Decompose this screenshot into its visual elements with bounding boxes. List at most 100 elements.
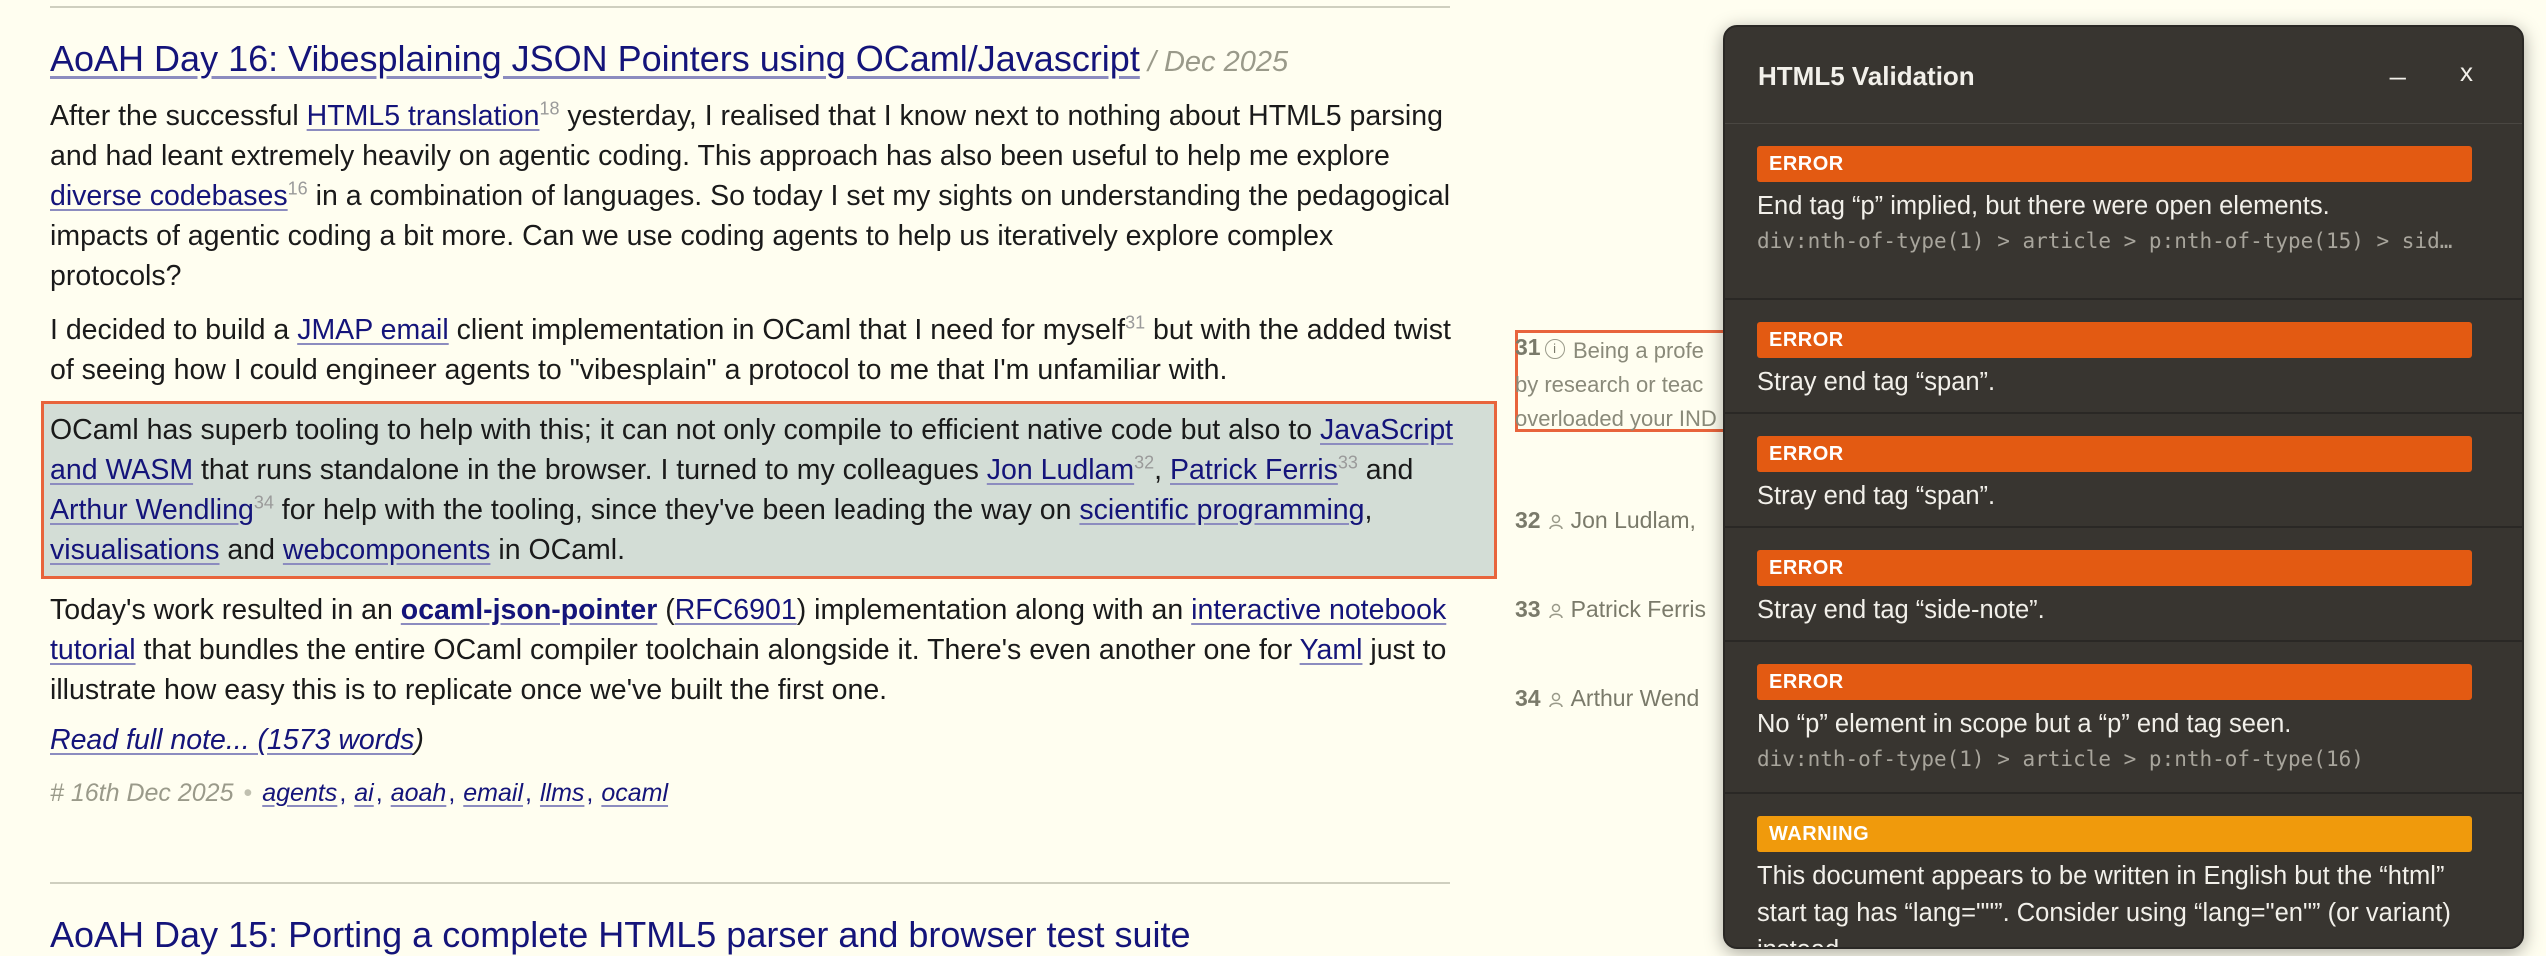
article-entry: AoAH Day 16: Vibesplaining JSON Pointers…: [41, 38, 1497, 808]
message-text: Stray end tag “span”.: [1757, 482, 1996, 510]
diverse-codebases-link[interactable]: diverse codebases: [50, 180, 288, 212]
message-selector: div:nth-of-type(1) > article > p:nth-of-…: [1757, 747, 2364, 771]
sidenote-34[interactable]: 34 Arthur Wend: [1515, 685, 1699, 712]
ocaml-json-pointer-link[interactable]: ocaml-json-pointer: [401, 594, 658, 626]
message-text: Stray end tag “span”.: [1757, 368, 1996, 396]
next-article-title-link[interactable]: AoAH Day 15: Porting a complete HTML5 pa…: [50, 914, 1191, 956]
message-text: This document appears to be written in E…: [1757, 862, 2451, 947]
validation-message[interactable]: ERROR Stray end tag “span”.: [1725, 300, 2522, 414]
validation-message[interactable]: WARNING This document appears to be writ…: [1725, 794, 2522, 947]
p3-text-4: and: [1357, 454, 1414, 486]
article-title-link[interactable]: AoAH Day 16: Vibesplaining JSON Pointers…: [50, 38, 1140, 79]
person-icon: [1548, 514, 1563, 530]
p4-text-4: that bundles the entire OCaml compiler t…: [135, 634, 1300, 666]
sidenote-31[interactable]: 31 i: [1515, 334, 1569, 361]
meta-dot: •: [243, 779, 253, 807]
sidenote-31-number: 31: [1515, 334, 1541, 360]
validation-message[interactable]: ERROR No “p” element in scope but a “p” …: [1725, 642, 2522, 794]
validation-message[interactable]: ERROR Stray end tag “side-note”.: [1725, 528, 2522, 642]
article-date: / Dec 2025: [1147, 46, 1289, 78]
p3-text-7: and: [219, 534, 283, 566]
sidenote-32[interactable]: 32 Jon Ludlam,: [1515, 507, 1696, 534]
read-more-suffix: ): [414, 724, 424, 756]
arthur-wendling-link[interactable]: Arthur Wendling: [50, 494, 254, 526]
p1-text-1: After the successful: [50, 100, 307, 132]
error-badge: ERROR: [1757, 322, 2472, 358]
sidenote-31-text: Being a profe by research or teac overlo…: [1515, 334, 1717, 436]
sidenote-34-number: 34: [1515, 685, 1541, 711]
error-badge: ERROR: [1757, 146, 2472, 182]
message-text: No “p” element in scope but a “p” end ta…: [1757, 710, 2292, 738]
sidenote-34-name[interactable]: Arthur Wend: [1571, 685, 1700, 711]
error-badge: ERROR: [1757, 436, 2472, 472]
validation-message[interactable]: ERROR Stray end tag “span”.: [1725, 414, 2522, 528]
sidenote-31-line-2: by research or teac: [1515, 372, 1704, 397]
p3-text-2: that runs standalone in the browser. I t…: [193, 454, 987, 486]
sidenote-33-number: 33: [1515, 596, 1541, 622]
p4-text-1: Today's work resulted in an: [50, 594, 401, 626]
info-icon: i: [1544, 338, 1565, 359]
panel-header: HTML5 Validation _ x: [1725, 27, 2522, 124]
highlighted-paragraph: OCaml has superb tooling to help with th…: [41, 401, 1497, 579]
patrick-ferris-link[interactable]: Patrick Ferris: [1170, 454, 1338, 486]
tag-agents[interactable]: agents: [262, 779, 337, 807]
p3-text-6: ,: [1364, 494, 1373, 526]
top-divider: [50, 6, 1450, 8]
close-button[interactable]: x: [2460, 57, 2473, 88]
visualisations-link[interactable]: visualisations: [50, 534, 220, 566]
sidenote-31-line-1: Being a profe: [1573, 338, 1704, 363]
message-text: Stray end tag “side-note”.: [1757, 596, 2045, 624]
paragraph-1: After the successful HTML5 translation18…: [50, 96, 1460, 296]
person-icon: [1548, 603, 1563, 619]
message-text: End tag “p” implied, but there were open…: [1757, 192, 2330, 220]
error-badge: ERROR: [1757, 550, 2472, 586]
sidenote-ref-32[interactable]: 32: [1134, 453, 1154, 473]
paragraph-2: I decided to build a JMAP email client i…: [50, 310, 1460, 390]
person-icon: [1548, 692, 1563, 708]
sidenote-32-name[interactable]: Jon Ludlam,: [1571, 507, 1696, 533]
minimize-button[interactable]: _: [2390, 49, 2406, 81]
html5-translation-link[interactable]: HTML5 translation: [307, 100, 540, 132]
error-badge: ERROR: [1757, 664, 2472, 700]
tag-llms[interactable]: llms: [540, 779, 584, 807]
html5-validation-panel: HTML5 Validation _ x ERROR End tag “p” i…: [1723, 25, 2524, 949]
p3-text-5: for help with the tooling, since they've…: [273, 494, 1080, 526]
p3-text-1: OCaml has superb tooling to help with th…: [50, 414, 1321, 446]
sidenote-ref-16[interactable]: 16: [288, 179, 308, 199]
sidenote-ref-18[interactable]: 18: [539, 99, 559, 119]
scientific-programming-link[interactable]: scientific programming: [1079, 494, 1364, 526]
sidenote-ref-33[interactable]: 33: [1338, 453, 1358, 473]
sidenote-33[interactable]: 33 Patrick Ferris: [1515, 596, 1706, 623]
article-meta: # 16th Dec 2025 • agents, ai, aoah, email, llm…: [50, 779, 669, 807]
sidenote-32-number: 32: [1515, 507, 1541, 533]
p3-text-8: in OCaml.: [490, 534, 626, 566]
jmap-email-link[interactable]: JMAP email: [297, 314, 449, 346]
p3-text-3: ,: [1154, 454, 1171, 486]
paragraph-4: Today's work resulted in an ocaml-json-p…: [50, 590, 1460, 710]
sidenote-31-line-3: overloaded your IND: [1515, 406, 1717, 431]
tag-email[interactable]: email: [463, 779, 523, 807]
read-more: Read full note... (1573 words): [50, 724, 1460, 757]
tag-aoah[interactable]: aoah: [391, 779, 447, 807]
p2-text-2: client implementation in OCaml that I ne…: [448, 314, 1126, 346]
tag-ocaml[interactable]: ocaml: [601, 779, 668, 807]
sidenote-ref-34[interactable]: 34: [254, 493, 274, 513]
sidenote-ref-31[interactable]: 31: [1125, 313, 1145, 333]
p2-text-1: I decided to build a: [50, 314, 298, 346]
validation-message[interactable]: ERROR End tag “p” implied, but there wer…: [1725, 124, 2522, 300]
read-full-note-link[interactable]: Read full note... (1573 words: [50, 724, 414, 756]
article-title-line: AoAH Day 16: Vibesplaining JSON Pointers…: [50, 38, 1460, 80]
sidenote-33-name[interactable]: Patrick Ferris: [1571, 596, 1706, 622]
bottom-divider: [50, 882, 1450, 884]
warning-badge: WARNING: [1757, 816, 2472, 852]
webcomponents-link[interactable]: webcomponents: [283, 534, 491, 566]
jon-ludlam-link[interactable]: Jon Ludlam: [987, 454, 1134, 486]
p4-text-2: (: [657, 594, 675, 626]
message-selector: div:nth-of-type(1) > article > p:nth-of-…: [1757, 229, 2453, 253]
p4-text-3: ) implementation along with an: [796, 594, 1192, 626]
meta-date: # 16th Dec 2025: [50, 779, 234, 807]
rfc6901-link[interactable]: RFC6901: [675, 594, 797, 626]
panel-title: HTML5 Validation: [1758, 61, 1975, 91]
tag-ai[interactable]: ai: [354, 779, 373, 807]
yaml-link[interactable]: Yaml: [1300, 634, 1363, 666]
